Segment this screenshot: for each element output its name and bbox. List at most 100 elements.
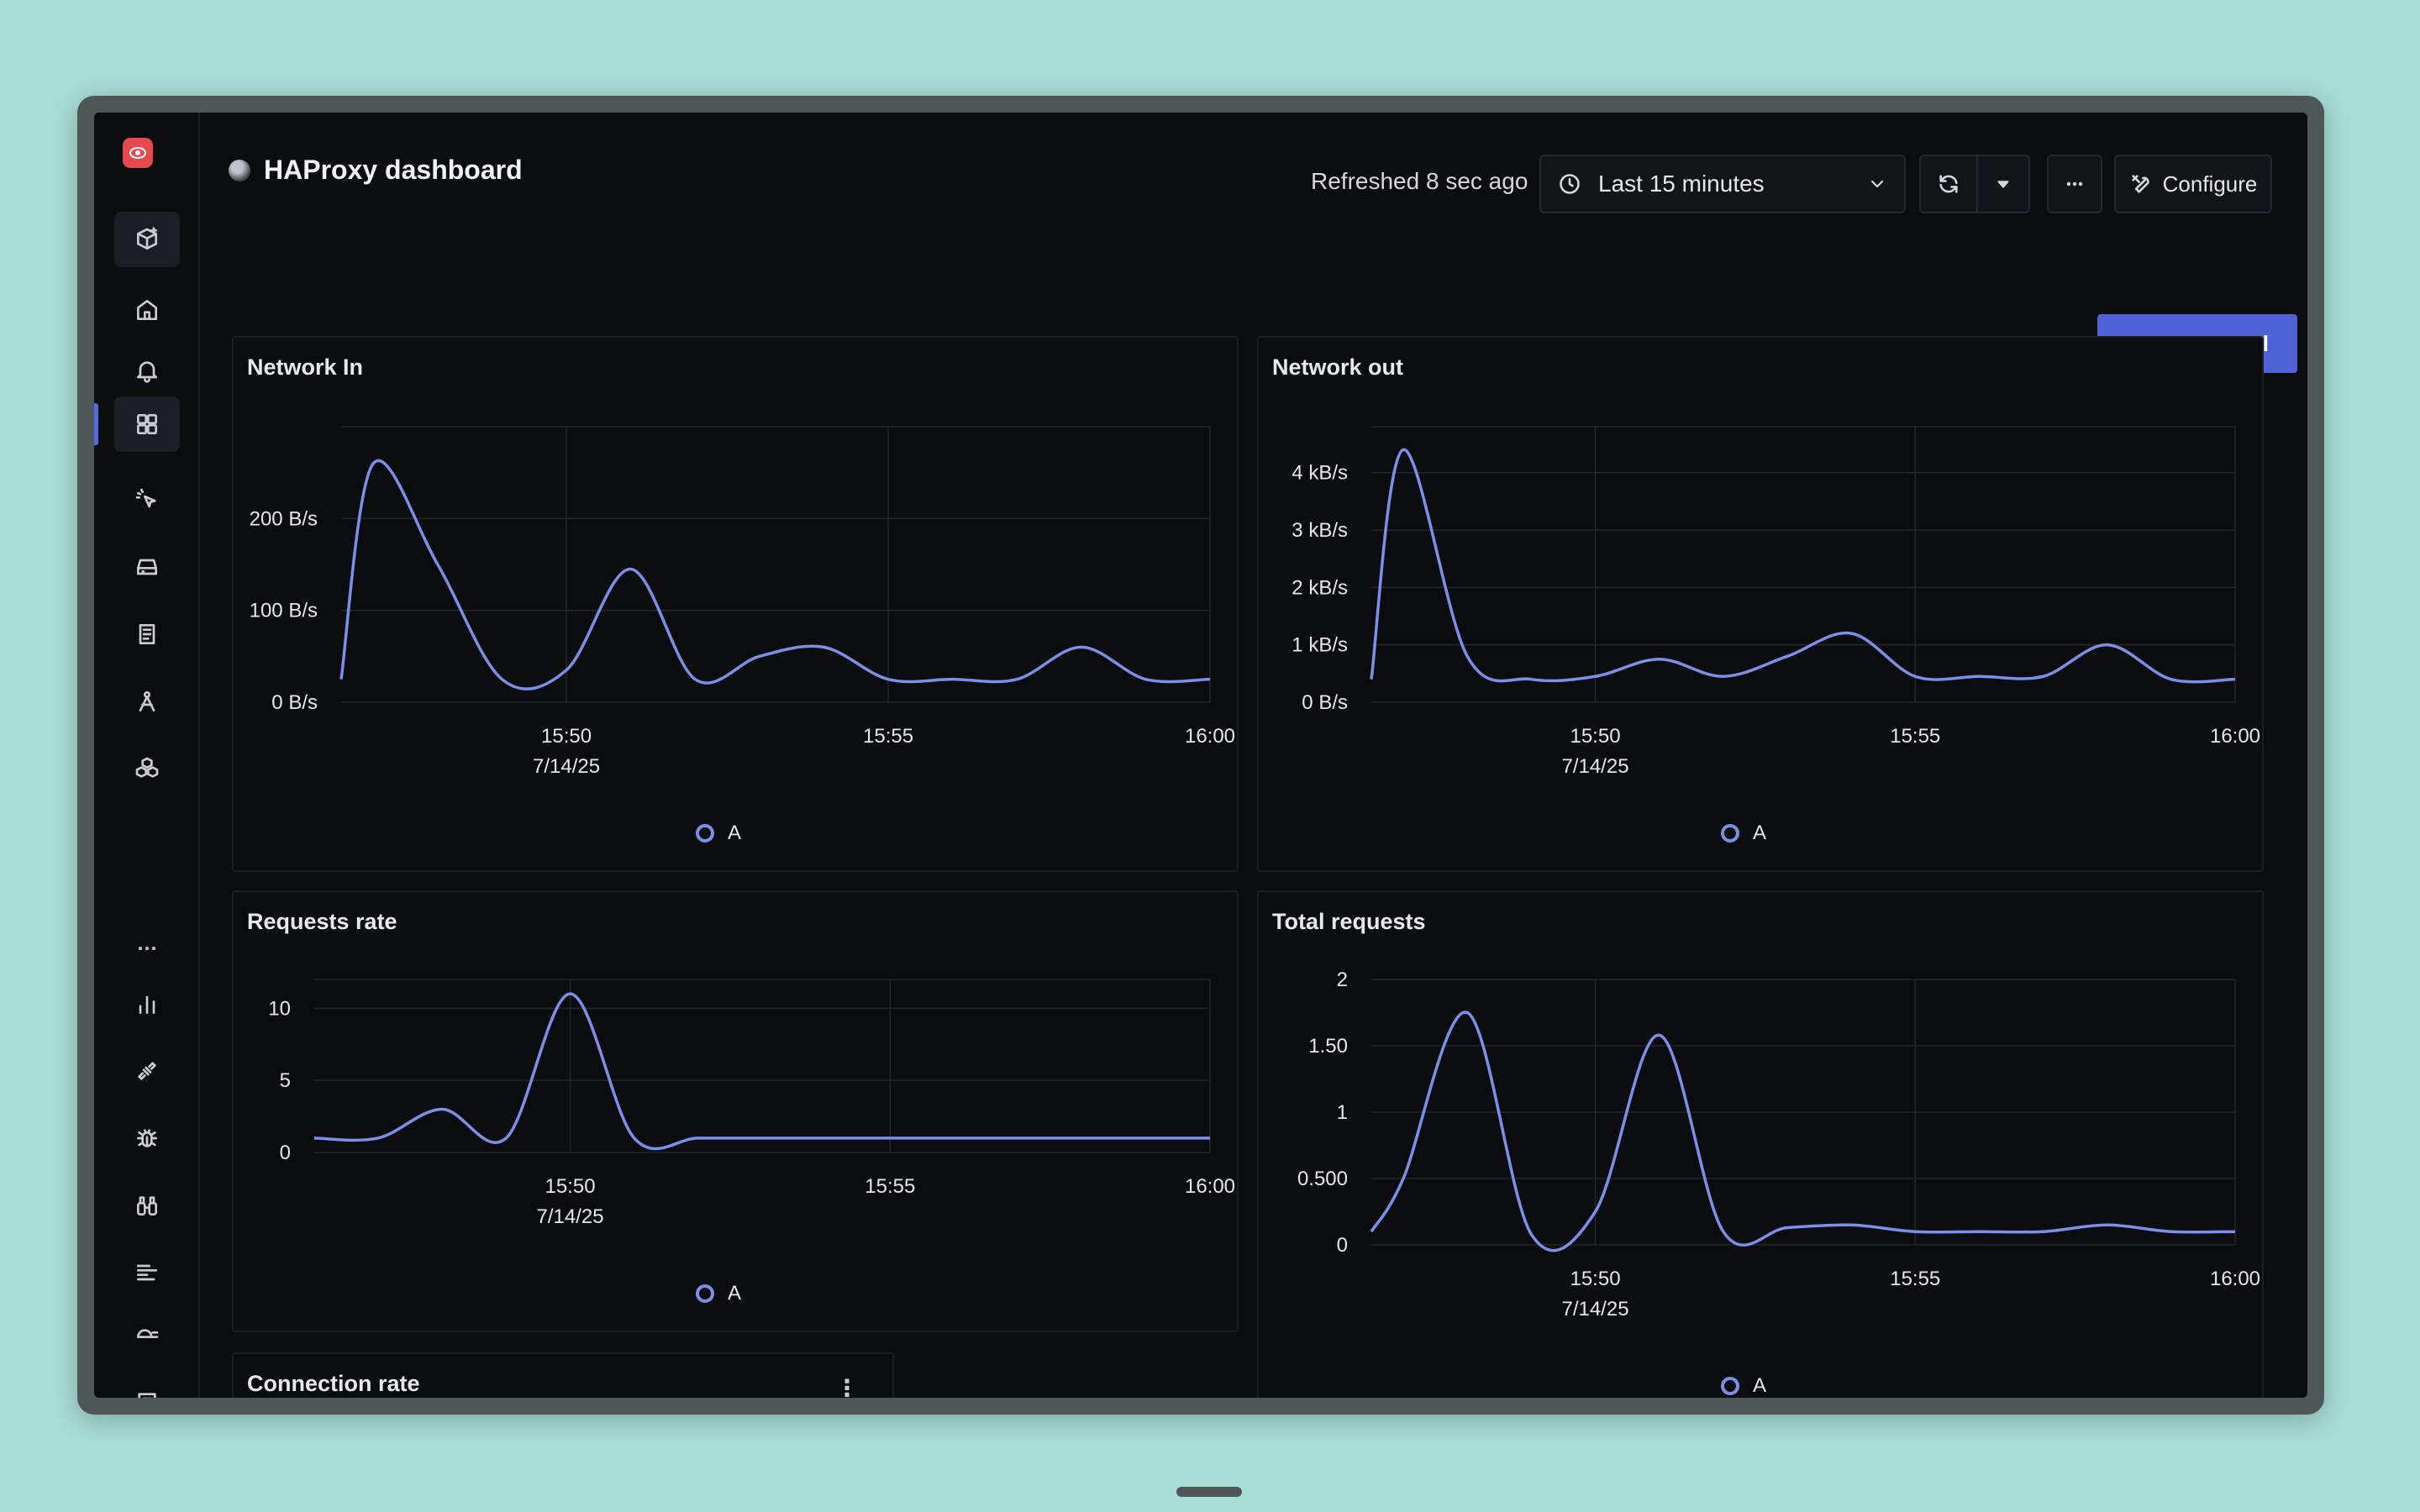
legend-swatch <box>696 824 714 843</box>
y-tick-label: 1 <box>1337 1101 1348 1124</box>
active-indicator <box>94 403 98 445</box>
sidebar-item-logs[interactable] <box>114 606 180 662</box>
home-indicator <box>1176 1487 1242 1497</box>
sidebar-item-new[interactable] <box>114 212 180 267</box>
traces-icon <box>139 691 155 711</box>
refresh-icon <box>1939 175 1958 193</box>
refresh-button[interactable] <box>1919 155 1978 213</box>
y-tick-label: 1.50 <box>1308 1035 1348 1058</box>
legend-label: A <box>728 822 742 844</box>
logs-icon <box>139 624 155 644</box>
y-tick-label: 2 <box>1337 969 1348 991</box>
x-tick-label: 16:00 <box>2210 1268 2260 1290</box>
chevron-down-icon <box>1870 180 1884 188</box>
series-line-A <box>1370 1011 2236 1252</box>
x-date-label: 7/14/25 <box>533 755 600 778</box>
more-icon <box>138 946 156 951</box>
legend-swatch <box>696 1284 714 1303</box>
tools-icon <box>2132 175 2149 193</box>
home-icon <box>137 300 157 320</box>
x-tick-label: 15:55 <box>863 725 913 748</box>
legend-label: A <box>1753 1374 1767 1397</box>
ellipsis-icon <box>2066 181 2083 186</box>
x-tick-label: 15:50 <box>1570 1268 1620 1290</box>
x-tick-label: 15:55 <box>1890 1268 1940 1290</box>
y-tick-label: 4 kB/s <box>1292 462 1348 485</box>
alerts-icon <box>137 361 157 383</box>
more-options-button[interactable] <box>2047 155 2102 213</box>
time-range-picker[interactable]: Last 15 minutes <box>1539 155 1906 213</box>
y-tick-label: 5 <box>280 1069 291 1092</box>
chart-legend[interactable]: A <box>696 1282 741 1305</box>
sidebar-item-feedback[interactable] <box>114 1374 180 1398</box>
panel-requests-rate[interactable]: Requests rate 0 5 10 15:50 7/14/25 15:55 16:00… <box>232 890 1239 1332</box>
sidebar <box>94 113 200 1398</box>
integrations-icon <box>138 1062 156 1080</box>
sidebar-item-explore[interactable] <box>114 472 180 528</box>
panel-menu-icon[interactable]: ⋮ <box>835 1374 859 1398</box>
network-in-chart: 0 B/s 100 B/s 200 B/s 15:50 7/14/25 15:55 16:0… <box>250 426 1235 778</box>
x-date-label: 7/14/25 <box>1561 1298 1628 1320</box>
sidebar-item-infrastructure[interactable] <box>114 539 180 595</box>
sidebar-item-home[interactable] <box>114 282 180 338</box>
billing-icon <box>137 1329 159 1338</box>
legend-swatch <box>1721 824 1739 843</box>
refresh-interval-dropdown[interactable] <box>1976 155 2030 213</box>
page-title: HAProxy dashboard <box>264 155 523 185</box>
sidebar-item-more[interactable] <box>114 921 180 976</box>
series-line-A <box>339 459 1211 690</box>
legend-swatch <box>1721 1377 1739 1395</box>
sidebar-item-exceptions[interactable] <box>114 1110 180 1166</box>
panel-connection-rate[interactable]: Connection rate ⋮ <box>232 1352 894 1398</box>
y-tick-label: 10 <box>268 997 291 1020</box>
metrics-icon <box>139 995 155 1014</box>
y-tick-label: 0 <box>280 1142 291 1164</box>
sidebar-item-services[interactable] <box>114 741 180 796</box>
chart-legend[interactable]: A <box>1721 822 1766 845</box>
y-tick-label: 0 B/s <box>271 691 318 714</box>
y-tick-label: 0.500 <box>1297 1168 1348 1190</box>
total-requests-chart: 0 0.500 1 1.50 2 15:50 7/14/25 15:55 16:00 <box>1297 969 2260 1320</box>
sidebar-item-dashboards[interactable] <box>114 396 180 452</box>
series-line-A <box>1370 448 2236 684</box>
configure-button[interactable]: Configure <box>2114 155 2272 213</box>
panel-total-requests[interactable]: Total requests 0 0.500 1 1.50 2 15:50 7/14/25 1… <box>1257 890 2264 1398</box>
x-tick-label: 16:00 <box>1185 1175 1235 1198</box>
y-tick-label: 0 <box>1337 1234 1348 1257</box>
explorer-icon <box>137 1196 157 1215</box>
x-tick-label: 16:00 <box>1185 725 1235 748</box>
time-range-label: Last 15 minutes <box>1598 171 1765 197</box>
new-dashboard-icon <box>137 227 157 249</box>
chart-legend[interactable]: A <box>696 822 741 845</box>
sidebar-item-billing[interactable] <box>114 1307 180 1362</box>
feedback-icon <box>138 1393 156 1398</box>
app-logo[interactable] <box>123 138 153 168</box>
panel-network-out[interactable]: Network out 0 B/s 1 kB/s 2 kB/s 3 kB/s 4 kB/… <box>1257 336 2264 872</box>
y-tick-label: 100 B/s <box>250 600 318 622</box>
dashboard-image-icon <box>229 159 250 181</box>
sidebar-item-alerts[interactable] <box>114 343 180 398</box>
sidebar-item-traces[interactable] <box>114 674 180 729</box>
panel-network-in[interactable]: Network In 0 B/s 100 B/s 200 B/s 15:50 7/14/… <box>232 336 1239 872</box>
refreshed-status: Refreshed 8 sec ago <box>1311 168 1528 194</box>
legend-label: A <box>728 1282 742 1305</box>
sidebar-item-explorer[interactable] <box>114 1178 180 1233</box>
panel-title: Connection rate <box>247 1371 420 1396</box>
dashboards-icon <box>137 414 157 434</box>
exceptions-icon <box>137 1129 157 1147</box>
requests-rate-chart: 0 5 10 15:50 7/14/25 15:55 16:00 <box>268 979 1235 1228</box>
network-out-chart: 0 B/s 1 kB/s 2 kB/s 3 kB/s 4 kB/s 15:50 7/14/2… <box>1292 426 2260 778</box>
chart-legend[interactable]: A <box>1721 1374 1766 1398</box>
y-tick-label: 0 B/s <box>1302 691 1348 714</box>
pipelines-icon <box>137 1264 157 1281</box>
x-date-label: 7/14/25 <box>537 1205 604 1228</box>
y-tick-label: 2 kB/s <box>1292 576 1348 599</box>
sidebar-item-integrations[interactable] <box>114 1043 180 1099</box>
y-tick-label: 3 kB/s <box>1292 519 1348 542</box>
x-tick-label: 15:55 <box>1890 725 1940 748</box>
services-icon <box>135 757 159 778</box>
x-tick-label: 15:50 <box>545 1175 596 1198</box>
sidebar-item-metrics[interactable] <box>114 976 180 1032</box>
sidebar-item-pipelines[interactable] <box>114 1245 180 1300</box>
caret-down-icon <box>1997 181 2009 188</box>
